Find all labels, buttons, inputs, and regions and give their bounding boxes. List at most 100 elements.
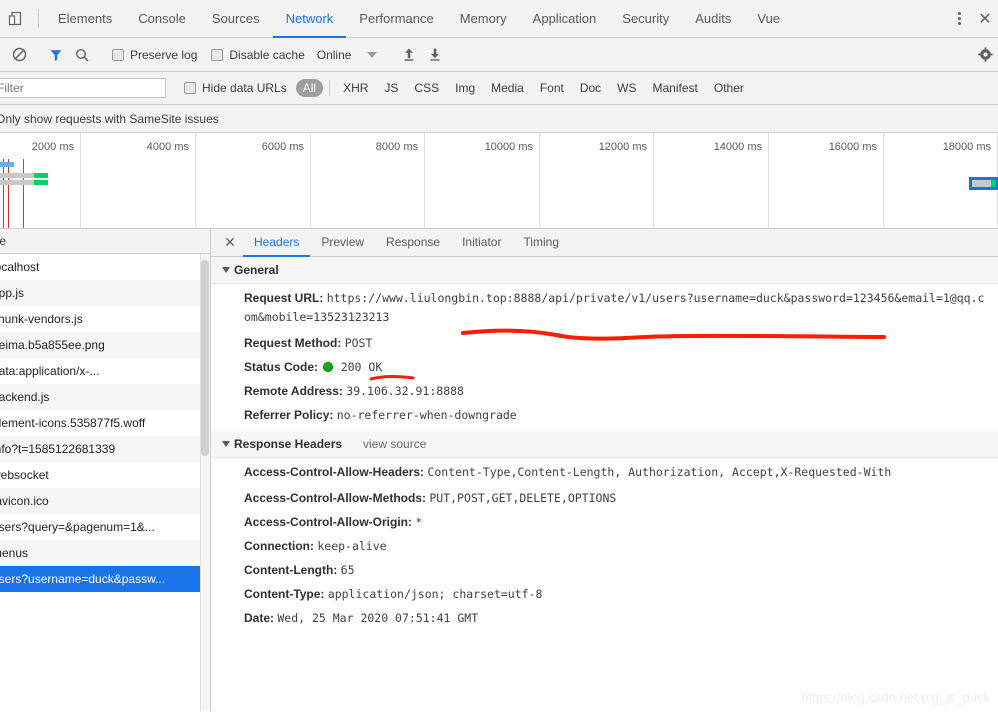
request-name: localhost — [0, 260, 40, 274]
tab-security[interactable]: Security — [609, 0, 682, 38]
request-row-users-username-duck[interactable]: users?username=duck&passw... — [0, 566, 210, 592]
filter-type-doc[interactable]: Doc — [573, 79, 608, 97]
hide-data-urls-checkbox[interactable]: Hide data URLs — [184, 81, 287, 95]
tab-performance[interactable]: Performance — [346, 0, 446, 38]
filter-type-font[interactable]: Font — [533, 79, 571, 97]
header-value: POST — [344, 336, 373, 350]
response-headers-section-header[interactable]: Response Headers view source — [211, 431, 998, 458]
request-row-menus[interactable]: menus — [0, 540, 210, 566]
filter-type-label: All — [302, 81, 317, 95]
request-row-info[interactable]: info?t=1585122681339 — [0, 436, 210, 462]
detail-tabbar: ✕ Headers Preview Response Initiator Tim… — [211, 229, 998, 257]
throttle-select[interactable]: Online — [317, 48, 352, 62]
general-section-header[interactable]: General — [211, 257, 998, 284]
detail-tab-initiator[interactable]: Initiator — [451, 229, 512, 257]
filter-input[interactable] — [0, 78, 166, 98]
filter-type-xhr[interactable]: XHR — [336, 79, 375, 97]
request-row-element-icons-woff[interactable]: element-icons.535877f5.woff — [0, 410, 210, 436]
header-value: Wed, 25 Mar 2020 07:51:41 GMT — [277, 611, 479, 625]
tab-sources[interactable]: Sources — [199, 0, 273, 38]
dom-content-loaded-marker — [3, 159, 4, 228]
request-row-users-query[interactable]: users?query=&pagenum=1&... — [0, 514, 210, 540]
filter-type-label: CSS — [414, 81, 440, 95]
header-value: https://www.liulongbin.top:8888/api/priv… — [244, 291, 985, 324]
overview-request-bar — [34, 173, 48, 178]
chevron-down-icon — [222, 441, 230, 447]
request-row-favicon-ico[interactable]: favicon.ico — [0, 488, 210, 514]
request-row-app-js[interactable]: app.js — [0, 280, 210, 306]
header-value: no-referrer-when-downgrade — [336, 408, 517, 422]
tab-label: Application — [532, 10, 597, 26]
header-name: Connection: — [244, 539, 314, 553]
checkbox-box — [184, 82, 196, 94]
filter-type-manifest[interactable]: Manifest — [646, 79, 705, 97]
overview-request-bar — [34, 180, 48, 185]
request-list-header[interactable]: Name — [0, 229, 210, 254]
tab-network[interactable]: Network — [272, 0, 347, 38]
chevron-down-icon[interactable] — [367, 51, 378, 58]
filter-type-label: Other — [713, 81, 744, 95]
network-toolbar-right — [961, 42, 998, 68]
disable-cache-checkbox[interactable]: Disable cache — [211, 47, 305, 62]
request-list-scrollbar[interactable] — [200, 254, 210, 711]
tab-elements[interactable]: Elements — [45, 0, 125, 38]
upload-throttle-icon[interactable] — [396, 42, 422, 68]
network-overview-timeline[interactable]: 2000 ms 4000 ms 6000 ms 8000 ms 10000 ms… — [0, 133, 998, 229]
tab-memory[interactable]: Memory — [447, 0, 520, 38]
request-row-localhost[interactable]: localhost — [0, 254, 210, 280]
devtools-tabbar: Elements Console Sources Network Perform… — [0, 0, 998, 38]
filter-funnel-icon[interactable] — [43, 42, 69, 68]
disable-cache-label: Disable cache — [229, 47, 305, 62]
close-icon[interactable]: ✕ — [972, 9, 998, 29]
filter-type-css[interactable]: CSS — [407, 79, 446, 97]
detail-tab-response[interactable]: Response — [375, 229, 451, 257]
request-name: users?query=&pagenum=1&... — [0, 520, 155, 534]
tab-label: Console — [138, 10, 186, 26]
close-icon[interactable]: ✕ — [217, 229, 243, 256]
tab-application[interactable]: Application — [520, 0, 610, 38]
device-toolbar-icon[interactable] — [0, 0, 32, 37]
request-name: menus — [0, 546, 29, 560]
more-options-icon[interactable] — [946, 12, 972, 25]
filter-type-all[interactable]: All — [295, 79, 324, 97]
tab-vue[interactable]: Vue — [744, 0, 793, 38]
detail-tab-preview[interactable]: Preview — [310, 229, 375, 257]
response-headers-section-title: Response Headers — [234, 437, 343, 451]
filter-type-ws[interactable]: WS — [610, 79, 643, 97]
tab-console[interactable]: Console — [125, 0, 199, 38]
chevron-down-icon — [222, 267, 230, 273]
view-source-link[interactable]: view source — [363, 437, 426, 451]
request-row-backend-js[interactable]: backend.js — [0, 384, 210, 410]
filter-type-img[interactable]: Img — [448, 79, 482, 97]
request-row-data-url[interactable]: data:application/x-... — [0, 358, 210, 384]
header-date: Date: Wed, 25 Mar 2020 07:51:41 GMT — [211, 607, 998, 631]
detail-tab-headers[interactable]: Headers — [243, 229, 311, 257]
filter-type-label: Font — [539, 81, 564, 95]
tab-label: Memory — [459, 10, 507, 26]
tab-label: Security — [622, 10, 670, 26]
timeline-tick-label: 10000 ms — [484, 141, 533, 153]
search-icon[interactable] — [69, 42, 95, 68]
request-row-heima-png[interactable]: heima.b5a855ee.png — [0, 332, 210, 358]
status-ok-icon — [323, 362, 334, 372]
scrollbar-thumb[interactable] — [201, 260, 209, 456]
general-section-title: General — [234, 263, 279, 277]
request-name: element-icons.535877f5.woff — [0, 416, 146, 430]
record-stop-icon[interactable] — [6, 42, 32, 68]
gear-icon[interactable] — [972, 42, 998, 68]
filter-type-other[interactable]: Other — [707, 79, 751, 97]
header-name: Access-Control-Allow-Methods: — [244, 491, 427, 505]
download-throttle-icon[interactable] — [422, 42, 448, 68]
filter-type-media[interactable]: Media — [484, 79, 531, 97]
request-row-chunk-vendors-js[interactable]: chunk-vendors.js — [0, 306, 210, 332]
filter-type-js[interactable]: JS — [377, 79, 405, 97]
detail-tab-timing[interactable]: Timing — [512, 229, 570, 257]
preserve-log-checkbox[interactable]: Preserve log — [112, 48, 197, 62]
request-row-websocket[interactable]: websocket — [0, 462, 210, 488]
tab-audits[interactable]: Audits — [682, 0, 744, 38]
request-detail-panel: ✕ Headers Preview Response Initiator Tim… — [211, 229, 998, 711]
request-name: app.js — [0, 286, 25, 300]
header-value: 200 OK — [340, 360, 383, 374]
filter-type-label: Manifest — [652, 81, 698, 95]
samesite-filter-bar[interactable]: Only show requests with SameSite issues — [0, 105, 998, 133]
